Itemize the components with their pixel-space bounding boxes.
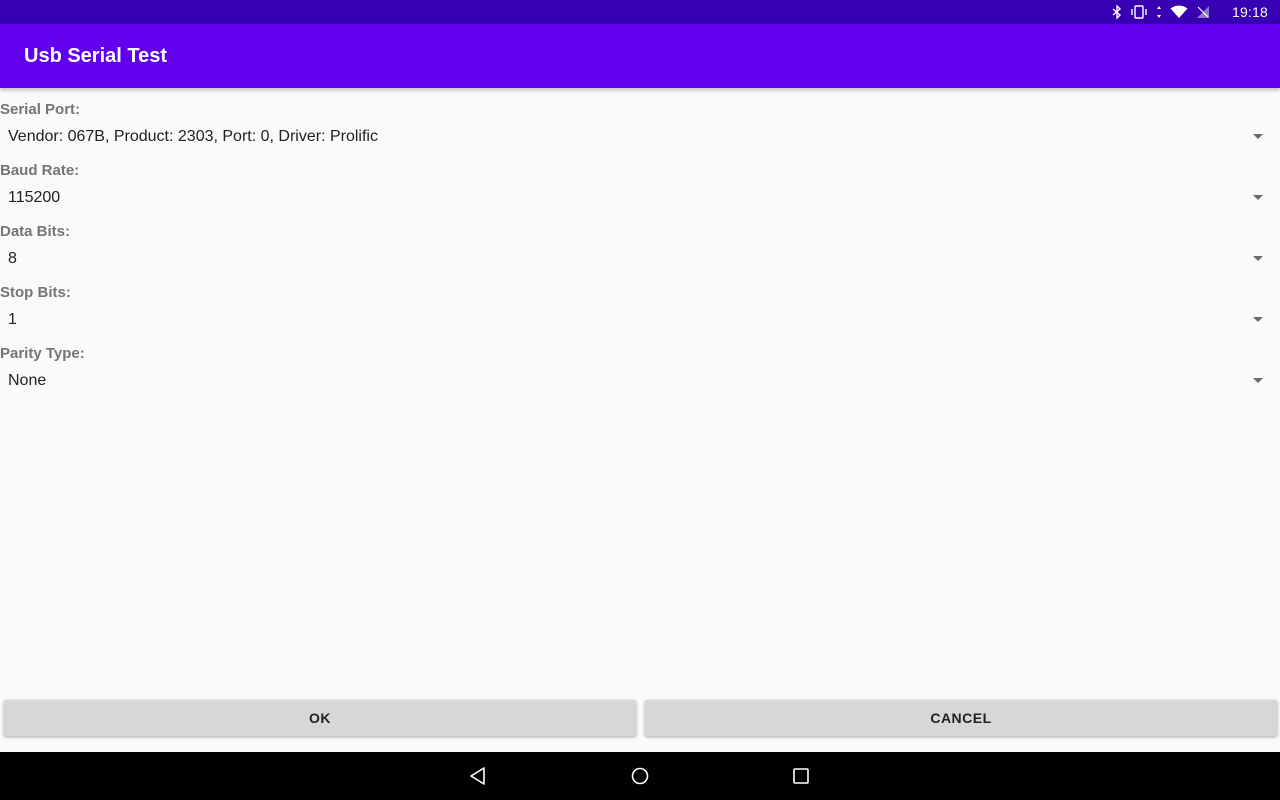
- data-bits-label: Data Bits:: [0, 223, 71, 240]
- dropdown-arrow-icon: [1253, 256, 1263, 261]
- status-time: 19:18: [1231, 4, 1268, 20]
- data-bits-spinner[interactable]: 8: [0, 242, 1280, 276]
- app-title: Usb Serial Test: [24, 45, 168, 67]
- parity-type-label: Parity Type:: [0, 345, 85, 362]
- dropdown-arrow-icon: [1253, 317, 1263, 322]
- serial-port-spinner[interactable]: Vendor: 067B, Product: 2303, Port: 0, Dr…: [0, 120, 1280, 154]
- dropdown-arrow-icon: [1253, 378, 1263, 383]
- data-arrows-icon: [1156, 6, 1161, 18]
- baud-rate-label: Baud Rate:: [0, 162, 80, 179]
- no-sim-icon: [1196, 6, 1209, 18]
- dropdown-arrow-icon: [1253, 195, 1263, 200]
- stop-bits-value: 1: [8, 311, 17, 328]
- parity-type-spinner[interactable]: None: [0, 364, 1280, 398]
- dropdown-arrow-icon: [1253, 134, 1263, 139]
- baud-rate-spinner[interactable]: 115200: [0, 181, 1280, 215]
- navigation-bar: [0, 752, 1280, 800]
- wifi-icon: [1170, 5, 1188, 18]
- stop-bits-spinner[interactable]: 1: [0, 303, 1280, 337]
- app-bar: Usb Serial Test: [0, 24, 1280, 88]
- data-bits-value: 8: [8, 250, 17, 267]
- stop-bits-label: Stop Bits:: [0, 284, 71, 301]
- bluetooth-icon: [1112, 5, 1121, 19]
- cancel-button[interactable]: CANCEL: [645, 700, 1277, 736]
- home-icon[interactable]: [630, 766, 650, 786]
- baud-rate-value: 115200: [8, 189, 61, 206]
- vibrate-icon: [1131, 5, 1147, 19]
- serial-port-value: Vendor: 067B, Product: 2303, Port: 0, Dr…: [8, 128, 378, 145]
- back-icon[interactable]: [468, 766, 488, 786]
- ok-button[interactable]: OK: [4, 700, 636, 736]
- status-icons: 19:18: [1112, 0, 1268, 24]
- parity-type-value: None: [8, 372, 47, 389]
- status-bar: 19:18: [0, 0, 1280, 24]
- serial-port-label: Serial Port:: [0, 101, 81, 118]
- recents-icon[interactable]: [791, 766, 811, 786]
